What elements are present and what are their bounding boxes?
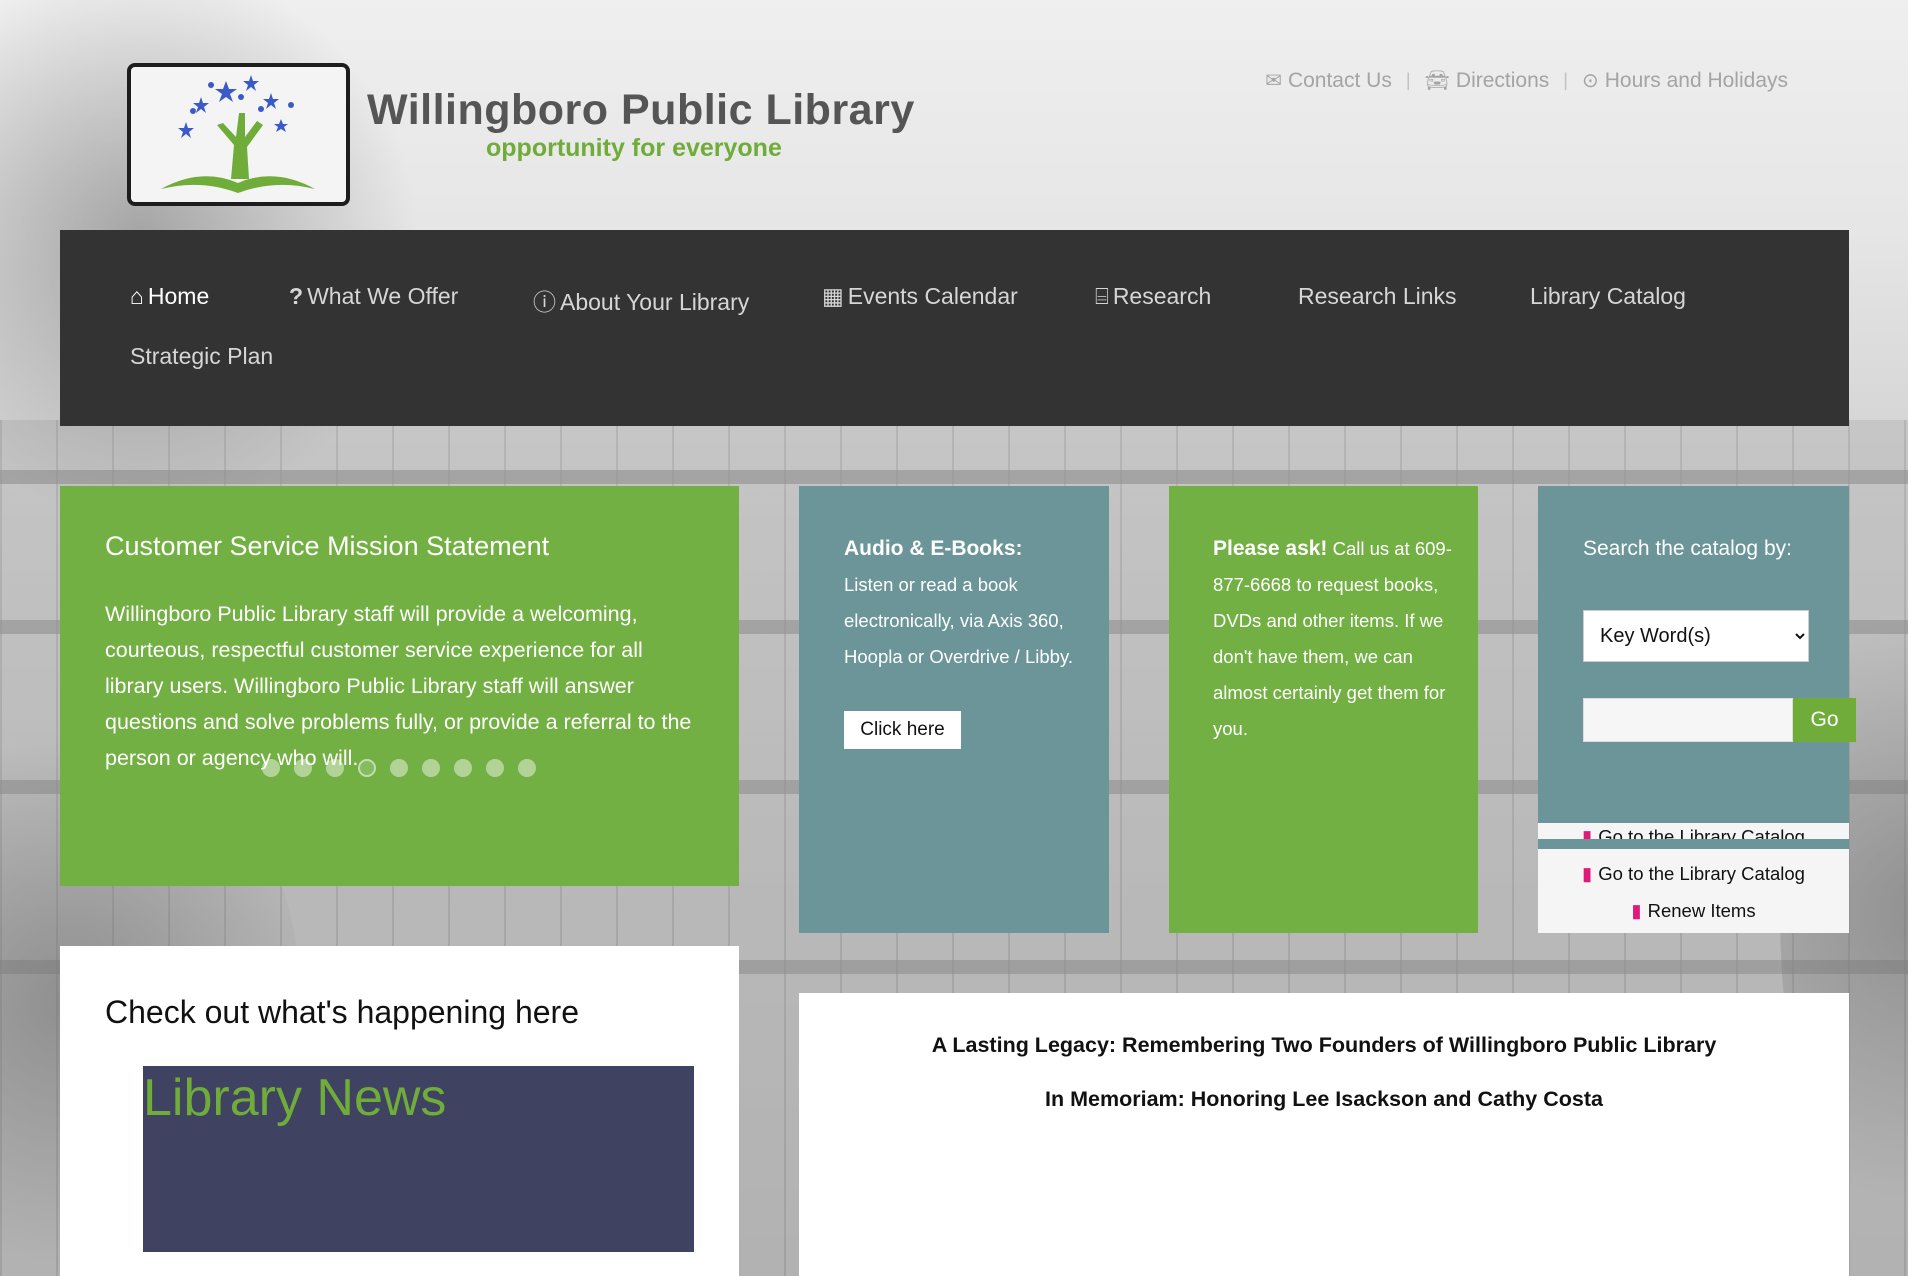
book-icon: ▮	[1582, 826, 1593, 847]
envelope-icon: ✉	[1265, 70, 1282, 92]
ebooks-body: Listen or read a book electronically, vi…	[844, 574, 1073, 667]
please-ask-panel: Please ask! Call us at 609-877-6668 to r…	[1169, 486, 1478, 933]
nav-item-events[interactable]: ▦ Events Calendar	[822, 283, 1018, 310]
catalog-link-label: Go to the Library Catalog	[1598, 826, 1805, 847]
nav-item-strategic-plan[interactable]: Strategic Plan	[130, 343, 273, 370]
mission-statement-slide: Customer Service Mission Statement Willi…	[60, 486, 739, 886]
mission-heading: Customer Service Mission Statement	[105, 531, 550, 561]
go-button[interactable]: Go	[1793, 698, 1856, 742]
renew-items-label: Renew Items	[1647, 900, 1756, 921]
happening-heading: Check out what's happening here	[105, 994, 579, 1030]
nav-item-label: What We Offer	[307, 283, 459, 309]
mission-body: Willingboro Public Library staff will pr…	[105, 602, 692, 770]
catalog-link[interactable]: ▮ Go to the Library Catalog	[1538, 826, 1849, 847]
nav-item-label: Home	[147, 283, 210, 309]
nav-item-library-catalog[interactable]: Library Catalog	[1530, 283, 1686, 310]
directions-label: Directions	[1455, 69, 1550, 92]
search-type-select[interactable]: Key Word(s)	[1583, 610, 1809, 662]
main-nav: ⌂ Home ? What We Offer ⓘ About Your Library…	[60, 230, 1849, 426]
slider-dot[interactable]	[422, 759, 440, 777]
slider-pagination	[262, 759, 536, 777]
nav-item-research[interactable]: ⌸ Research	[1095, 283, 1211, 310]
top-utility-links: ✉ Contact Us | 🚘︎ Directions | ⊙ Hours and …	[1265, 68, 1788, 93]
nav-item-label: Library Catalog	[1530, 283, 1686, 309]
divider: |	[1405, 70, 1411, 90]
ebooks-heading: Audio & E-Books:	[844, 537, 1023, 560]
please-ask-heading: Please ask!	[1213, 537, 1328, 560]
catalog-link[interactable]: ▮ Go to the Library Catalog	[1538, 863, 1849, 885]
happening-panel: Check out what's happening here Library …	[60, 946, 739, 1276]
catalog-link-label: Go to the Library Catalog	[1598, 863, 1805, 884]
slider-dot[interactable]	[390, 759, 408, 777]
slider-dot[interactable]	[326, 759, 344, 777]
site-tagline: opportunity for everyone	[486, 134, 782, 162]
please-ask-body: Call us at 609-877-6668 to request books…	[1213, 538, 1452, 739]
nav-item-label: Events Calendar	[847, 283, 1018, 309]
book-icon: ▮	[1582, 863, 1593, 884]
slider-dot[interactable]	[294, 759, 312, 777]
news-headlines-panel: A Lasting Legacy: Remembering Two Founde…	[799, 993, 1849, 1276]
nav-item-label: Strategic Plan	[130, 343, 274, 369]
catalog-search-input[interactable]	[1583, 698, 1793, 742]
nav-item-about[interactable]: ⓘ About Your Library	[533, 283, 749, 317]
catalog-search-panel: Search the catalog by: Key Word(s) Go	[1538, 486, 1856, 843]
nav-item-label: About Your Library	[560, 289, 750, 315]
slider-dot[interactable]	[486, 759, 504, 777]
bank-icon: ⌸	[1095, 283, 1109, 309]
headline-link[interactable]: In Memoriam: Honoring Lee Isackson and C…	[799, 1087, 1849, 1112]
library-logo[interactable]	[127, 63, 350, 206]
library-news-title: Library News	[143, 1069, 447, 1127]
catalog-links: ▮ Go to the Library Catalog ▮ Go to the Li…	[1538, 823, 1849, 933]
nav-item-research-links[interactable]: Research Links	[1298, 283, 1457, 310]
question-circle-icon: ⓘ	[533, 289, 556, 315]
click-here-button[interactable]: Click here	[844, 711, 961, 749]
contact-us-label: Contact Us	[1287, 69, 1392, 92]
clock-icon: ⊙	[1581, 70, 1599, 92]
question-icon: ?	[289, 283, 304, 309]
directions-link[interactable]: 🚘︎ Directions	[1425, 68, 1550, 93]
calendar-icon: ▦	[822, 283, 844, 309]
ebooks-text: Audio & E-Books: Listen or read a book e…	[844, 531, 1084, 675]
nav-item-label: Research Links	[1298, 283, 1457, 309]
slider-dot[interactable]	[358, 759, 376, 777]
hours-label: Hours and Holidays	[1604, 69, 1788, 92]
please-ask-text: Please ask! Call us at 609-877-6668 to r…	[1213, 531, 1453, 747]
contact-us-link[interactable]: ✉ Contact Us	[1265, 68, 1392, 93]
slider-dot[interactable]	[518, 759, 536, 777]
search-label: Search the catalog by:	[1583, 537, 1792, 560]
catalog-link-overflow: ▮ Go to the Library Catalog	[1538, 823, 1849, 849]
slider-dot[interactable]	[262, 759, 280, 777]
nav-item-home[interactable]: ⌂ Home	[130, 283, 209, 310]
car-icon: 🚘︎	[1424, 70, 1450, 92]
slider-dot[interactable]	[454, 759, 472, 777]
hours-link[interactable]: ⊙ Hours and Holidays	[1582, 68, 1788, 93]
ebooks-panel: Audio & E-Books: Listen or read a book e…	[799, 486, 1109, 933]
site-title[interactable]: Willingboro Public Library	[367, 86, 915, 135]
nav-item-what-we-offer[interactable]: ? What We Offer	[289, 283, 458, 310]
tree-book-logo-icon	[161, 75, 315, 193]
library-news-widget[interactable]: Library News	[143, 1066, 694, 1252]
divider: |	[1563, 70, 1568, 90]
nav-item-label: Research	[1112, 283, 1212, 309]
headline-link[interactable]: A Lasting Legacy: Remembering Two Founde…	[799, 1033, 1849, 1058]
book-icon: ▮	[1631, 900, 1642, 921]
home-icon: ⌂	[130, 283, 144, 309]
renew-items-link[interactable]: ▮ Renew Items	[1538, 900, 1849, 922]
